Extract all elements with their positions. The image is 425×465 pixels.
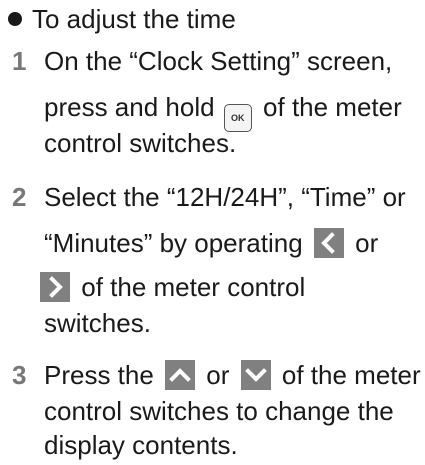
step-number: 1 [12, 46, 27, 76]
step-text: control switches. [44, 128, 237, 158]
right-arrow-icon [40, 272, 70, 302]
step-text: display contents. [44, 430, 238, 460]
step-text: On the “Clock Setting” screen, [44, 46, 393, 76]
step-text: Press the [44, 360, 154, 390]
step-number: 2 [12, 182, 27, 212]
down-arrow-icon [240, 360, 271, 390]
heading: To adjust the time [8, 2, 236, 36]
up-arrow-icon [165, 360, 196, 390]
step-text-line: Press the or of the meter [44, 358, 421, 392]
heading-text: To adjust the time [32, 4, 236, 34]
step-text: of the meter [281, 360, 421, 390]
step-number: 3 [12, 360, 27, 390]
left-arrow-icon [313, 228, 344, 258]
step-text: Select the “12H/24H”, “Time” or [44, 182, 406, 212]
step-text: control switches to change the [44, 396, 394, 426]
step-text-line: of the meter control [40, 270, 305, 304]
step-text: or [206, 360, 230, 390]
step-text: of the meter [263, 92, 402, 122]
bullet-icon [8, 12, 22, 26]
step-text: press and hold [44, 92, 215, 122]
step-text: or [355, 228, 379, 258]
step-text: of the meter control [81, 272, 306, 302]
step-text: switches. [44, 308, 151, 338]
step-text-line: “Minutes” by operating or [44, 226, 378, 260]
step-text: “Minutes” by operating [44, 228, 303, 258]
